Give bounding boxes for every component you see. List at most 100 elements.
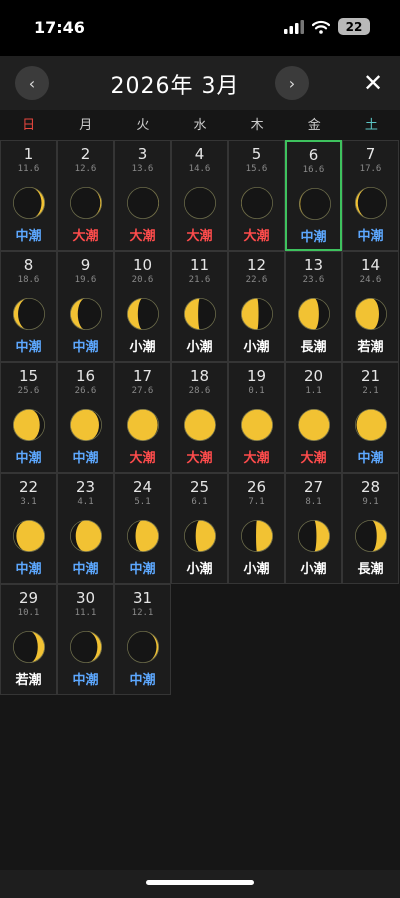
moon-age: 28.6 [188,386,211,396]
calendar-day-cell[interactable]: 2 12.6 大潮 [57,140,114,251]
calendar-day-cell[interactable]: 16 26.6 中潮 [57,362,114,473]
moon-age: 2.1 [362,386,379,396]
calendar-day-cell[interactable]: 1 11.6 中潮 [0,140,57,251]
day-number: 3 [137,145,148,163]
tide-label: 中潮 [72,673,99,688]
moon-age: 15.6 [245,164,268,174]
calendar-day-cell[interactable]: 12 22.6 小潮 [228,251,285,362]
moon-phase-icon [69,630,103,664]
tide-label: 中潮 [72,340,99,355]
calendar-day-cell[interactable]: 25 6.1 小潮 [171,473,228,584]
tide-label: 大潮 [186,451,213,466]
moon-phase-icon [240,408,274,442]
calendar-day-cell[interactable]: 31 12.1 中潮 [114,584,171,695]
tide-label: 小潮 [129,340,156,355]
calendar-day-cell[interactable]: 22 3.1 中潮 [0,473,57,584]
moon-phase-icon [12,186,46,220]
calendar-day-cell[interactable]: 5 15.6 大潮 [228,140,285,251]
moon-age: 8.1 [305,497,322,507]
moon-age: 21.6 [188,275,211,285]
calendar-day-cell[interactable]: 14 24.6 若潮 [342,251,399,362]
moon-age: 12.1 [131,608,154,618]
day-number: 14 [360,256,381,274]
moon-phase-icon [12,630,46,664]
calendar-day-cell[interactable]: 15 25.6 中潮 [0,362,57,473]
moon-phase-icon [12,519,46,553]
tide-label: 中潮 [15,340,42,355]
moon-phase-icon [240,186,274,220]
calendar-day-cell[interactable]: 19 0.1 大潮 [228,362,285,473]
weekday-tue: 火 [136,118,150,133]
tide-label: 中潮 [129,673,156,688]
day-number: 18 [189,367,210,385]
calendar-day-cell[interactable]: 8 18.6 中潮 [0,251,57,362]
weekday-sun: 日 [22,118,36,133]
tide-label: 大潮 [243,229,270,244]
calendar-day-cell[interactable]: 18 28.6 大潮 [171,362,228,473]
calendar-day-cell[interactable]: 11 21.6 小潮 [171,251,228,362]
day-number: 28 [360,478,381,496]
moon-age: 13.6 [131,164,154,174]
moon-phase-icon [297,408,331,442]
prev-month-button[interactable]: ‹ [15,66,49,100]
weekday-thu: 木 [250,118,264,133]
tide-label: 長潮 [300,340,327,355]
moon-phase-icon [126,186,160,220]
calendar-day-cell[interactable]: 27 8.1 小潮 [285,473,342,584]
day-number: 20 [303,367,324,385]
moon-age: 27.6 [131,386,154,396]
calendar-day-cell[interactable]: 20 1.1 大潮 [285,362,342,473]
moon-age: 16.6 [302,165,325,175]
close-button[interactable]: ✕ [358,68,388,98]
tide-label: 若潮 [15,673,42,688]
day-number: 30 [75,589,96,607]
calendar-day-cell[interactable]: 9 19.6 中潮 [57,251,114,362]
day-number: 26 [246,478,267,496]
calendar-day-cell[interactable]: 30 11.1 中潮 [57,584,114,695]
moon-phase-icon [126,297,160,331]
calendar-day-cell[interactable]: 13 23.6 長潮 [285,251,342,362]
calendar-day-cell[interactable]: 28 9.1 長潮 [342,473,399,584]
moon-phase-icon [69,519,103,553]
moon-phase-icon [354,186,388,220]
calendar-day-cell[interactable]: 6 16.6 中潮 [285,140,342,251]
tide-label: 中潮 [15,229,42,244]
moon-age: 1.1 [305,386,322,396]
day-number: 2 [80,145,91,163]
day-number: 17 [132,367,153,385]
moon-phase-icon [183,297,217,331]
weekday-header: 日 月 火 水 木 金 土 [0,112,400,140]
moon-phase-icon [354,408,388,442]
calendar-day-cell[interactable]: 23 4.1 中潮 [57,473,114,584]
calendar-day-cell[interactable]: 17 27.6 大潮 [114,362,171,473]
tide-label: 小潮 [186,562,213,577]
calendar-day-cell[interactable]: 10 20.6 小潮 [114,251,171,362]
moon-age: 19.6 [74,275,97,285]
tide-label: 中潮 [15,451,42,466]
calendar-day-cell[interactable]: 7 17.6 中潮 [342,140,399,251]
day-number: 25 [189,478,210,496]
tide-label: 中潮 [72,451,99,466]
calendar-day-cell[interactable]: 4 14.6 大潮 [171,140,228,251]
moon-age: 10.1 [17,608,40,618]
moon-age: 20.6 [131,275,154,285]
tide-label: 大潮 [243,451,270,466]
home-indicator[interactable] [146,880,254,885]
calendar-day-cell[interactable]: 26 7.1 小潮 [228,473,285,584]
status-bar: 17:46 22 [0,0,400,56]
next-month-button[interactable]: › [275,66,309,100]
moon-age: 18.6 [17,275,40,285]
moon-age: 25.6 [17,386,40,396]
weekday-mon: 月 [79,118,93,133]
calendar-day-cell[interactable]: 24 5.1 中潮 [114,473,171,584]
weekday-fri: 金 [307,118,321,133]
calendar-day-cell[interactable]: 21 2.1 中潮 [342,362,399,473]
day-number: 9 [80,256,91,274]
tide-label: 大潮 [186,229,213,244]
calendar-day-cell[interactable]: 3 13.6 大潮 [114,140,171,251]
moon-phase-icon [69,186,103,220]
calendar-day-cell[interactable]: 29 10.1 若潮 [0,584,57,695]
day-number: 29 [18,589,39,607]
day-number: 10 [132,256,153,274]
tide-label: 中潮 [300,230,327,245]
